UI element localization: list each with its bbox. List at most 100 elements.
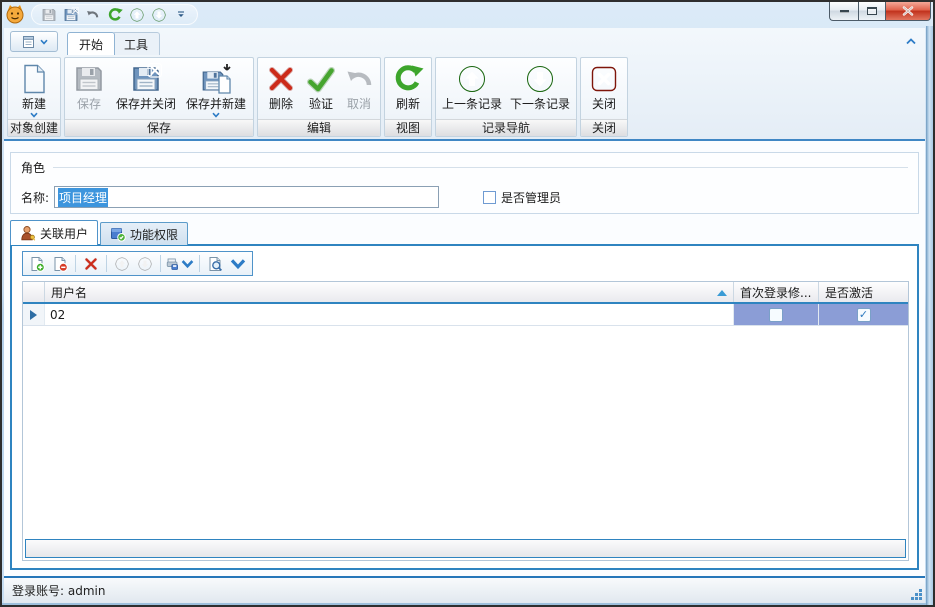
column-header-username[interactable]: 用户名 (45, 282, 734, 302)
ribbon-group-close: 关闭 关闭 (580, 57, 628, 137)
permission-icon (110, 226, 126, 242)
ribbon-tab-label: 工具 (124, 36, 148, 53)
column-label: 首次登录修... (740, 284, 811, 301)
refresh-button[interactable]: 刷新 (387, 59, 429, 119)
button-label: 保存 (77, 97, 101, 111)
save-and-close-icon[interactable] (62, 6, 79, 23)
admin-checkbox[interactable]: ✓ (483, 191, 496, 204)
close-button[interactable]: 关闭 (583, 59, 625, 119)
chevron-down-icon (30, 112, 38, 118)
ribbon-tab-start[interactable]: 开始 (67, 32, 115, 55)
is-active-cell[interactable]: ✓ (819, 304, 908, 325)
validate-icon (305, 63, 337, 95)
grid-toolbar (22, 251, 253, 276)
tab-function-permissions[interactable]: 功能权限 (100, 222, 188, 245)
delete-icon (265, 63, 297, 95)
minimize-icon (840, 10, 849, 13)
table-row[interactable]: 02 ✓ ✓ (23, 304, 908, 326)
more-options-icon[interactable] (228, 254, 248, 273)
save-button[interactable]: 保存 (67, 59, 111, 119)
ribbon-group-view: 刷新 视图 (384, 57, 432, 137)
button-label: 验证 (309, 97, 333, 111)
admin-checkbox-wrap: ✓ 是否管理员 (483, 189, 561, 206)
save-and-new-button[interactable]: 保存并新建 (181, 59, 251, 119)
add-row-icon[interactable] (27, 254, 47, 273)
grid-footer-bar[interactable] (25, 539, 906, 558)
tab-related-users[interactable]: 关联用户 (10, 220, 98, 245)
cancel-button[interactable]: 取消 (340, 59, 378, 119)
validate-button[interactable]: 验证 (302, 59, 340, 119)
status-bar: 登录账号: admin (4, 576, 925, 603)
column-header-is-active[interactable]: 是否激活 (819, 282, 908, 302)
maximize-button[interactable] (858, 2, 886, 21)
minimize-button[interactable] (829, 2, 858, 21)
previous-record-button[interactable]: 上一条记录 (438, 59, 506, 119)
admin-checkbox-label: 是否管理员 (501, 189, 561, 206)
export-icon[interactable] (166, 254, 194, 273)
close-window-button[interactable] (886, 2, 931, 21)
application-menu-button[interactable] (10, 31, 58, 52)
ribbon-groups: 新建 对象创建 保存 保存并关闭 (7, 57, 628, 137)
move-down-icon[interactable] (135, 254, 155, 273)
save-icon (73, 63, 105, 95)
save-and-new-icon (200, 63, 232, 95)
resize-grip[interactable] (910, 588, 923, 601)
name-label: 名称: (21, 189, 49, 206)
close-icon (902, 6, 914, 16)
tab-label: 功能权限 (130, 226, 178, 243)
delete-icon[interactable] (81, 254, 101, 273)
username-cell[interactable]: 02 (45, 304, 734, 325)
next-record-icon[interactable] (150, 6, 167, 23)
window-frame-bottom (2, 603, 926, 605)
move-up-icon[interactable] (112, 254, 132, 273)
cell-value: 02 (50, 308, 65, 322)
ribbon-group-label: 对象创建 (8, 119, 60, 136)
name-input-value: 项目经理 (58, 188, 108, 207)
column-header-first-login[interactable]: 首次登录修... (734, 282, 819, 302)
save-and-close-button[interactable]: 保存并关闭 (111, 59, 181, 119)
customize-quick-access-icon[interactable] (172, 6, 189, 23)
ribbon-group-edit: 删除 验证 取消 编辑 (257, 57, 381, 137)
titlebar (2, 2, 933, 28)
undo-icon[interactable] (84, 6, 101, 23)
previous-record-icon[interactable] (128, 6, 145, 23)
window-frame-right (926, 26, 933, 605)
print-preview-icon[interactable] (205, 254, 225, 273)
refresh-icon (392, 63, 424, 95)
current-row-icon (30, 310, 37, 320)
next-record-button[interactable]: 下一条记录 (506, 59, 574, 119)
previous-record-icon (456, 63, 488, 95)
ribbon-group-label: 保存 (65, 119, 253, 136)
save-icon[interactable] (40, 6, 57, 23)
button-label: 关闭 (592, 97, 616, 111)
role-form-panel: 角色 名称: 项目经理 ✓ 是否管理员 (10, 152, 919, 214)
button-label: 保存并新建 (186, 97, 246, 111)
chevron-down-icon (181, 256, 194, 272)
save-and-close-icon (130, 63, 162, 95)
ribbon-group-object-create: 新建 对象创建 (7, 57, 61, 137)
group-title: 角色 (21, 159, 45, 176)
name-input[interactable]: 项目经理 (54, 186, 439, 208)
quick-access-toolbar (31, 4, 198, 25)
first-login-checkbox[interactable]: ✓ (769, 308, 783, 322)
toolbar-separator (106, 255, 107, 272)
undo-icon (343, 63, 375, 95)
is-active-checkbox[interactable]: ✓ (857, 308, 871, 322)
remove-row-icon[interactable] (50, 254, 70, 273)
ribbon-group-save: 保存 保存并关闭 保存并新建 保存 (64, 57, 254, 137)
content-area: 角色 名称: 项目经理 ✓ 是否管理员 关联用户 功能权限 (4, 141, 925, 576)
name-row: 名称: 项目经理 ✓ 是否管理员 (21, 186, 908, 208)
first-login-cell[interactable]: ✓ (734, 304, 819, 325)
collapse-ribbon-icon[interactable] (903, 34, 919, 48)
delete-button[interactable]: 删除 (260, 59, 302, 119)
next-record-icon (524, 63, 556, 95)
chevron-down-icon (212, 112, 220, 118)
app-logo-icon (5, 4, 25, 24)
new-button[interactable]: 新建 (10, 59, 58, 119)
caption-rule (53, 167, 908, 168)
ribbon-group-label: 关闭 (581, 119, 627, 136)
ribbon-tab-tools[interactable]: 工具 (112, 32, 160, 55)
toolbar-separator (75, 255, 76, 272)
column-label: 是否激活 (825, 284, 873, 301)
refresh-icon[interactable] (106, 6, 123, 23)
